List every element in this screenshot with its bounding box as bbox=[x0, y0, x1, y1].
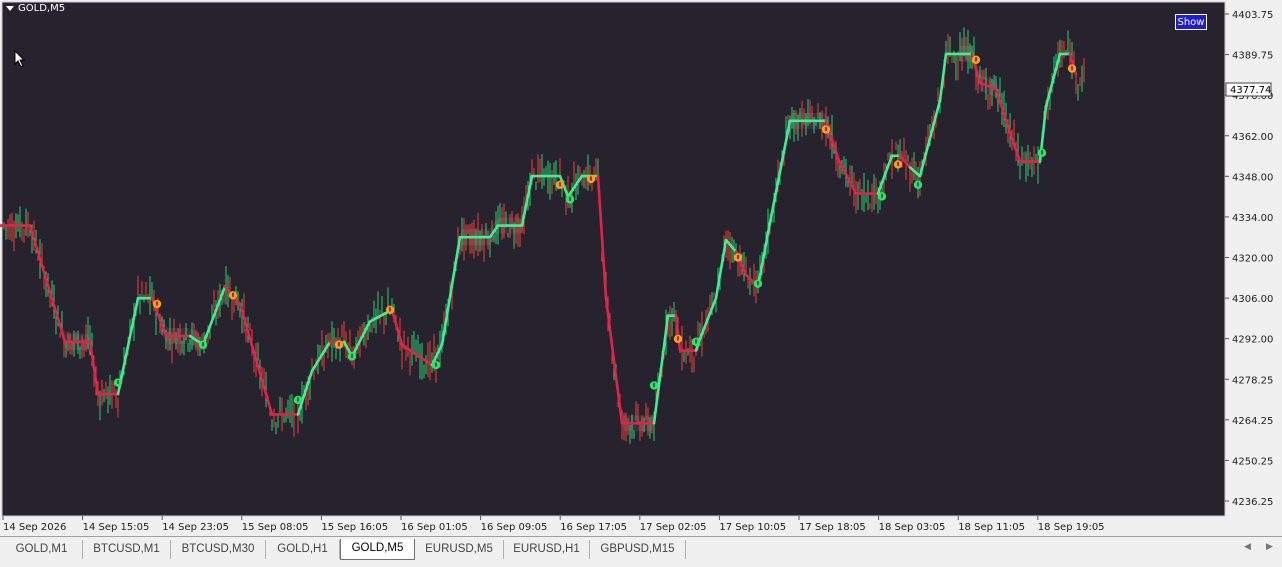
time-axis: 14 Sep 2026 14 Sep 15:05 14 Sep 23:05 15 Se… bbox=[2, 516, 1105, 533]
time-tick-label: 14 Sep 2026 bbox=[3, 522, 66, 533]
price-tick-label: 4320.00 bbox=[1232, 254, 1273, 265]
buy-signal-icon bbox=[293, 395, 303, 405]
tab-eurusd-m5[interactable]: EURUSD,M5 bbox=[415, 540, 504, 559]
price-tick-label: 4403.75 bbox=[1232, 10, 1273, 21]
buy-signal-icon bbox=[913, 180, 923, 190]
chart-area[interactable]: 4403.75 4389.75 4376.00 4362.00 4348.00 4334.… bbox=[0, 0, 1282, 536]
time-tick-label: 17 Sep 18:05 bbox=[799, 522, 866, 533]
time-tick-label: 16 Sep 01:05 bbox=[401, 522, 468, 533]
sell-signal-icon bbox=[385, 305, 395, 315]
show-button[interactable]: Show bbox=[1175, 14, 1207, 30]
mouse-cursor-icon bbox=[14, 50, 26, 68]
tab-btcusd-m30[interactable]: BTCUSD,M30 bbox=[171, 540, 266, 559]
price-tick-label: 4389.75 bbox=[1232, 51, 1273, 62]
sell-signal-icon bbox=[893, 160, 903, 169]
time-tick-label: 15 Sep 16:05 bbox=[321, 522, 388, 533]
symbol-title[interactable]: GOLD,M5 bbox=[6, 3, 65, 14]
buy-signal-icon bbox=[113, 378, 123, 387]
sell-signal-icon bbox=[821, 125, 831, 134]
dropdown-triangle-icon[interactable] bbox=[6, 6, 14, 11]
sell-signal-icon bbox=[555, 180, 565, 190]
tab-gold-m1[interactable]: GOLD,M1 bbox=[1, 540, 83, 559]
chart-tab-bar: GOLD,M1 BTCUSD,M1 BTCUSD,M30 GOLD,H1 GOLD,M5… bbox=[0, 536, 1282, 567]
buy-signal-icon bbox=[347, 352, 357, 361]
sell-signal-icon bbox=[228, 291, 238, 300]
time-tick-label: 14 Sep 23:05 bbox=[162, 522, 229, 533]
tab-btcusd-m1[interactable]: BTCUSD,M1 bbox=[83, 540, 171, 559]
buy-signal-icon bbox=[877, 192, 887, 201]
sell-signal-icon bbox=[152, 299, 162, 309]
sell-signal-icon bbox=[733, 253, 743, 262]
price-tick-label: 4348.00 bbox=[1232, 172, 1273, 183]
plot-background bbox=[1, 1, 1226, 517]
price-tick-label: 4306.00 bbox=[1232, 294, 1273, 305]
tab-gold-m5[interactable]: GOLD,M5 bbox=[340, 539, 415, 560]
time-tick-label: 18 Sep 03:05 bbox=[879, 522, 946, 533]
sell-signal-icon bbox=[586, 174, 596, 184]
tab-gbpusd-m15[interactable]: GBPUSD,M15 bbox=[590, 540, 686, 559]
price-tick-label: 4334.00 bbox=[1232, 213, 1273, 224]
current-price-tag: 4377.74 bbox=[1225, 82, 1272, 97]
sell-signal-icon bbox=[1067, 64, 1077, 73]
price-tick-label: 4264.25 bbox=[1232, 416, 1273, 427]
scroll-left-icon[interactable]: ◀ bbox=[1244, 542, 1251, 552]
buy-signal-icon bbox=[565, 195, 575, 204]
time-tick-label: 16 Sep 17:05 bbox=[560, 522, 627, 533]
buy-signal-icon bbox=[649, 381, 659, 390]
time-tick-label: 18 Sep 11:05 bbox=[958, 522, 1025, 533]
buy-signal-icon bbox=[431, 360, 441, 370]
buy-signal-icon bbox=[753, 279, 763, 288]
tab-eurusd-h1[interactable]: EURUSD,H1 bbox=[504, 540, 590, 559]
time-tick-label: 18 Sep 19:05 bbox=[1038, 522, 1105, 533]
price-tick-label: 4250.25 bbox=[1232, 456, 1273, 467]
time-tick-label: 15 Sep 08:05 bbox=[242, 522, 309, 533]
buy-signal-icon bbox=[198, 340, 208, 349]
sell-signal-icon bbox=[334, 340, 344, 349]
price-tick-label: 4278.25 bbox=[1232, 375, 1273, 386]
time-tick-label: 16 Sep 09:05 bbox=[481, 522, 548, 533]
price-tick-label: 4292.00 bbox=[1232, 335, 1273, 346]
time-tick-label: 17 Sep 02:05 bbox=[640, 522, 707, 533]
scroll-right-icon[interactable]: ▶ bbox=[1266, 542, 1273, 552]
current-price-label: 4377.74 bbox=[1230, 85, 1271, 96]
symbol-title-text: GOLD,M5 bbox=[18, 3, 66, 14]
sell-signal-icon bbox=[673, 334, 683, 344]
time-tick-label: 17 Sep 10:05 bbox=[719, 522, 786, 533]
sell-signal-icon bbox=[971, 55, 981, 64]
price-tick-label: 4236.25 bbox=[1232, 497, 1273, 508]
price-tick-label: 4362.00 bbox=[1232, 132, 1273, 143]
buy-signal-icon bbox=[1037, 148, 1047, 158]
tab-gold-h1[interactable]: GOLD,H1 bbox=[266, 540, 340, 559]
time-tick-label: 14 Sep 15:05 bbox=[83, 522, 150, 533]
buy-signal-icon bbox=[691, 337, 701, 347]
price-chart[interactable]: 4403.754389.754376.004362.004348.004334.… bbox=[0, 0, 1282, 536]
